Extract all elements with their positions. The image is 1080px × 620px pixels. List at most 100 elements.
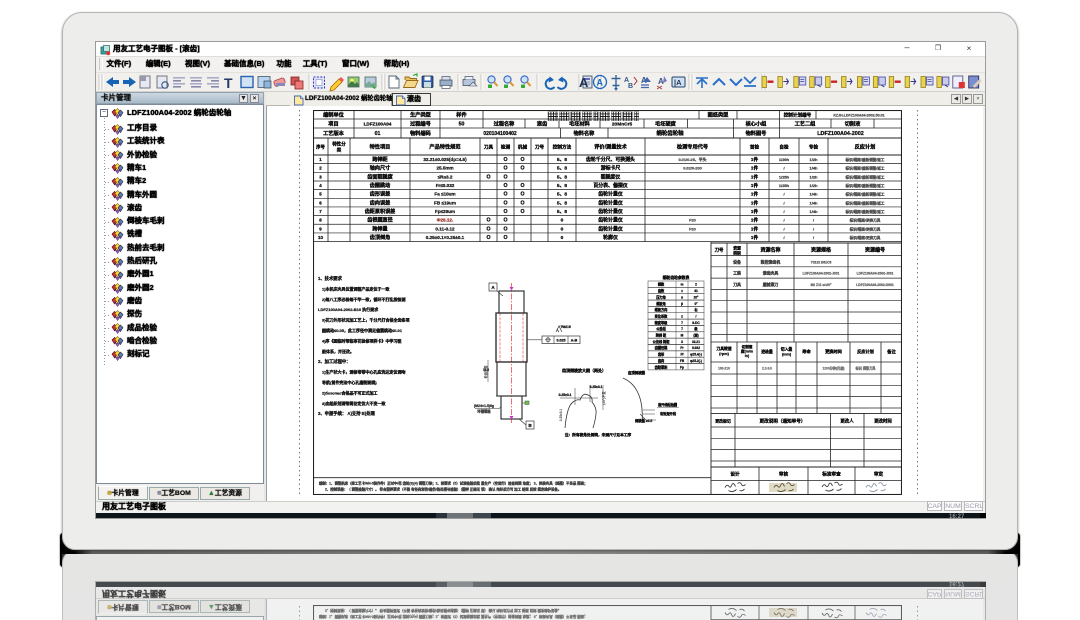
svg-text:20MnCr5: 20MnCr5 — [612, 122, 633, 128]
svg-text:齿距累积误差: 齿距累积误差 — [365, 208, 396, 215]
svg-text:粗糙度仪: 粗糙度仪 — [601, 173, 621, 180]
svg-text:过程编号: 过程编号 — [410, 120, 431, 128]
svg-text:滚齿夹具: 滚齿夹具 — [763, 271, 779, 276]
svg-text:Φ28.12.: Φ28.12. — [437, 218, 454, 223]
svg-text:工艺二组: 工艺二组 — [795, 120, 817, 128]
svg-text:工艺版本: 工艺版本 — [323, 129, 345, 137]
svg-text:1/25h: 1/25h — [779, 174, 790, 179]
svg-text:O: O — [486, 235, 490, 241]
svg-text:/: / — [783, 209, 785, 214]
svg-text:编制：1、调整机床（按工艺卡WN-5装作件）正对中/花 齿轮: 编制：1、调整机床（按工艺卡WN-5装作件）正对中/花 齿轮(3)(4) 调整刀… — [319, 481, 587, 486]
svg-text:精度等级: 精度等级 — [655, 320, 669, 325]
svg-text:工装: 工装 — [733, 271, 741, 276]
svg-text:齿根圆直径: 齿根圆直径 — [367, 217, 393, 224]
svg-text:Ra1.6: Ra1.6 — [561, 325, 571, 329]
svg-text:1200分钟(刃磨): 1200分钟(刃磨) — [823, 366, 845, 371]
svg-text:物料名称: 物料名称 — [574, 129, 596, 137]
svg-text:32.21±0.025(dp=4.5): 32.21±0.025(dp=4.5) — [423, 157, 467, 162]
svg-text:2、加工过程中：: 2、加工过程中： — [318, 358, 350, 365]
svg-text:产品特性规范: 产品特性规范 — [429, 143, 461, 151]
svg-text:齿顶倒棱放大图（两处）: 齿顶倒棱放大图（两处） — [562, 367, 606, 373]
svg-text:(测): (测) — [693, 333, 698, 338]
svg-text:LDFZ100A04-2002-J001: LDFZ100A04-2002-J001 — [803, 272, 840, 276]
svg-text:更改人: 更改人 — [840, 418, 854, 425]
svg-text:O: O — [520, 183, 524, 189]
svg-text:/: / — [783, 218, 785, 223]
svg-text:0: 0 — [561, 226, 564, 232]
svg-text:物料图号: 物料图号 — [746, 129, 767, 137]
svg-text:环槽规格: 环槽规格 — [477, 409, 491, 414]
svg-text:20°: 20° — [694, 295, 700, 299]
svg-text:标识/隔离/重新调整/返工: 标识/隔离/重新调整/返工 — [845, 166, 885, 171]
svg-text:1/20h: 1/20h — [779, 157, 790, 162]
svg-text:3)花刀外形状况加工艺上，千分尺打合格全齿条项: 3)花刀外形状况加工艺上，千分尺打合格全齿条项 — [322, 317, 410, 323]
svg-text:/: / — [783, 192, 785, 197]
svg-text:齿轮计量仪: 齿轮计量仪 — [598, 217, 623, 224]
svg-text:齿轮计量仪: 齿轮计量仪 — [598, 225, 623, 232]
svg-text:样件: 样件 — [456, 111, 467, 119]
svg-text:M: M — [681, 334, 684, 338]
svg-text:Y3132 B61C6: Y3132 B61C6 — [811, 260, 832, 264]
svg-text:(rpm): (rpm) — [719, 352, 729, 356]
svg-text:Fp≤29um: Fp≤29um — [435, 209, 455, 214]
svg-text:刀号: 刀号 — [535, 144, 545, 151]
svg-text:机械: 机械 — [518, 144, 528, 151]
svg-text:LDFZ100A04-2002: LDFZ100A04-2002 — [817, 131, 863, 137]
svg-text:齿圈跳动: 齿圈跳动 — [370, 182, 390, 189]
svg-text:更改说明（通知单号）: 更改说明（通知单号） — [760, 418, 806, 425]
svg-text:4: 4 — [319, 183, 322, 188]
svg-text:百分表、偏摆仪: 百分表、偏摆仪 — [593, 182, 627, 189]
svg-text:Fr≤0.032: Fr≤0.032 — [436, 183, 455, 188]
svg-text:O: O — [503, 235, 507, 241]
svg-text:0°: 0° — [694, 302, 698, 306]
svg-text:游标卡尺: 游标卡尺 — [601, 165, 621, 172]
svg-text:齿数: 齿数 — [658, 288, 665, 293]
svg-text:7: 7 — [681, 327, 683, 331]
svg-text:0.25±0.1: 0.25±0.1 — [559, 409, 563, 422]
svg-text:公差组: 公差组 — [656, 326, 666, 331]
svg-text:O: O — [503, 192, 507, 198]
svg-text:1件: 1件 — [751, 156, 759, 163]
svg-text:类别: 类别 — [732, 251, 741, 256]
svg-text:0: 0 — [561, 235, 564, 241]
svg-text:标识/隔离/更换刀具: 标识/隔离/更换刀具 — [849, 218, 881, 223]
svg-text:LDFZ100A04-2002-B10 执行要求: LDFZ100A04-2002-B10 执行要求 — [318, 306, 379, 312]
svg-text:F20: F20 — [689, 218, 696, 223]
svg-text:反应计划: 反应计划 — [857, 348, 874, 355]
svg-text:齿向: 齿向 — [658, 358, 664, 363]
svg-text:O: O — [486, 218, 490, 224]
svg-text:磨前滚刀: 磨前滚刀 — [762, 282, 779, 287]
svg-text:1/4h: 1/4h — [809, 166, 818, 171]
svg-text:m: m — [681, 283, 684, 287]
svg-text:160-210: 160-210 — [718, 367, 730, 371]
svg-text:25.5mm: 25.5mm — [436, 166, 453, 171]
svg-text:LDFZ100A04: LDFZ100A04 — [364, 122, 392, 127]
svg-text:跨棒距: 跨棒距 — [372, 156, 387, 163]
svg-text:KZJH.LDFZ100A04-2002.50.01: KZJH.LDFZ100A04-2002.50.01 — [833, 113, 884, 117]
svg-text:齿轮计量仪: 齿轮计量仪 — [598, 199, 623, 206]
svg-text:1、技术要求: 1、技术要求 — [318, 275, 343, 282]
svg-text:O: O — [503, 209, 507, 215]
svg-text:蜗轮齿轮参数表: 蜗轮齿轮参数表 — [663, 275, 690, 280]
svg-text:寿命: 寿命 — [802, 348, 811, 355]
svg-text:0.25±0.1: 0.25±0.1 — [559, 393, 572, 397]
svg-text:O: O — [503, 200, 507, 206]
svg-text:3、申报手续： A)支持 B)处理: 3、申报手续： A)支持 B)处理 — [318, 410, 376, 417]
svg-text:0.25±0.1: 0.25±0.1 — [590, 385, 603, 389]
svg-text:物料编码: 物料编码 — [410, 129, 431, 137]
svg-text:类: 类 — [337, 147, 342, 154]
svg-text:Fr: Fr — [680, 346, 684, 350]
svg-text:F20: F20 — [689, 226, 696, 231]
svg-text:齿形误差: 齿形误差 — [370, 191, 390, 198]
svg-text:资源规格: 资源规格 — [811, 247, 832, 254]
svg-text:刀具转速: 刀具转速 — [716, 346, 731, 351]
svg-text:生产类型: 生产类型 — [410, 111, 432, 119]
svg-text:轮廓仪: 轮廓仪 — [603, 234, 618, 241]
svg-text:切削液: 切削液 — [845, 120, 861, 128]
svg-text:0.032: 0.032 — [692, 346, 700, 350]
svg-text:(mm): (mm) — [782, 353, 792, 357]
svg-text:φ25.2(-): φ25.2(-) — [690, 359, 702, 363]
svg-text:更换时间: 更换时间 — [825, 348, 842, 355]
svg-text:标识/隔离/重新调整/返工: 标识/隔离/重新调整/返工 — [845, 157, 885, 162]
svg-text:检测: 检测 — [501, 144, 511, 151]
